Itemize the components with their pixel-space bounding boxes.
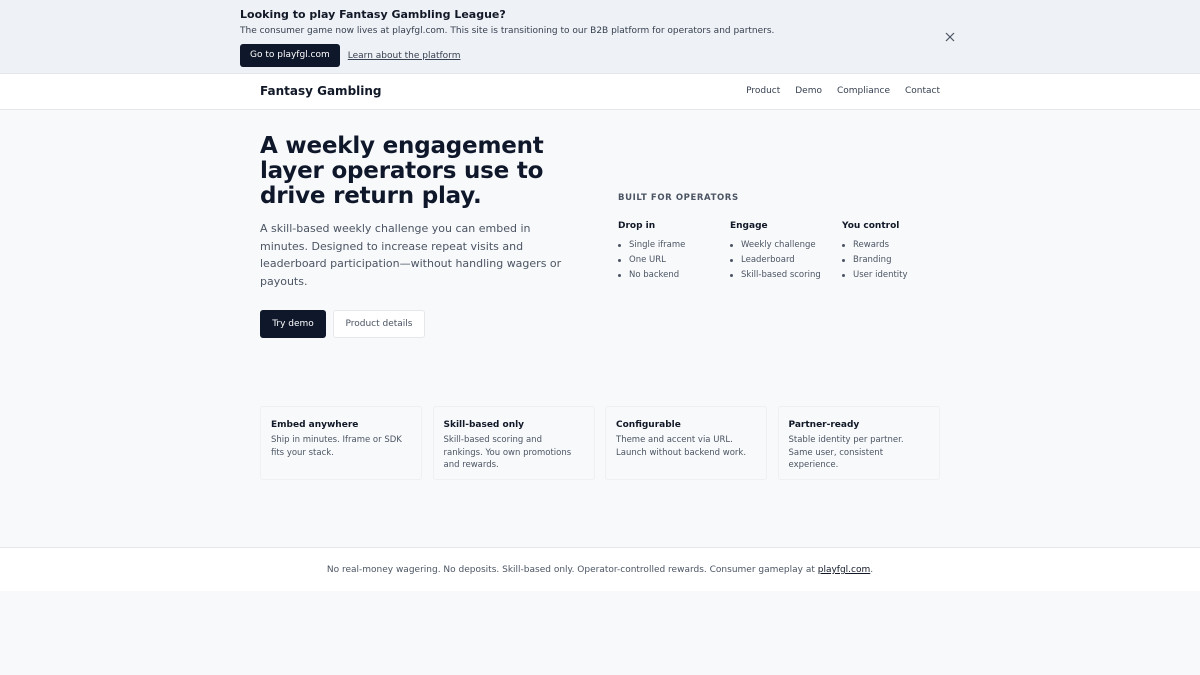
footer: No real-money wagering. No deposits. Ski… (0, 547, 1200, 591)
banner-content: Looking to play Fantasy Gambling League?… (240, 8, 960, 67)
column-list: Weekly challenge Leaderboard Skill-based… (730, 238, 842, 283)
operators-column-drop-in: Drop in Single iframe One URL No backend (618, 220, 730, 283)
feature-title: Configurable (616, 420, 681, 430)
column-title: Engage (730, 221, 768, 231)
banner-text: The consumer game now lives at playfgl.c… (240, 26, 775, 36)
feature-card-configurable: Configurable Theme and accent via URL. L… (605, 406, 767, 480)
feature-title: Partner-ready (788, 420, 860, 430)
feature-card-partner: Partner-ready Stable identity per partne… (777, 406, 940, 480)
footer-text: No real-money wagering. No deposits. Ski… (326, 565, 818, 575)
list-item: No backend (618, 268, 730, 283)
footer-suffix: . (870, 565, 874, 575)
list-item: User identity (842, 268, 954, 283)
column-list: Single iframe One URL No backend (618, 238, 730, 283)
list-item: One URL (618, 253, 730, 268)
feature-text: Theme and accent via URL. Launch without… (616, 435, 747, 458)
nav-links: Product Demo Compliance Contact (731, 86, 940, 96)
feature-card-embed: Embed anywhere Ship in minutes. Iframe o… (260, 406, 422, 480)
footer-playfgl-link[interactable]: playfgl.com (818, 565, 871, 575)
banner-title: Looking to play Fantasy Gambling League? (240, 8, 506, 21)
feature-text: Skill-based scoring and rankings. You ow… (443, 435, 572, 470)
top-nav: Fantasy Gambling Product Demo Compliance… (0, 74, 1200, 110)
brand-logo-text[interactable]: Fantasy Gambling (260, 84, 382, 98)
nav-link-demo[interactable]: Demo (795, 86, 822, 96)
column-list: Rewards Branding User identity (842, 238, 954, 283)
operators-heading: BUILT FOR OPERATORS (618, 193, 739, 203)
try-demo-button[interactable]: Try demo (260, 310, 326, 338)
nav-link-contact[interactable]: Contact (905, 86, 940, 96)
feature-title: Embed anywhere (271, 420, 359, 430)
feature-card-skill: Skill-based only Skill-based scoring and… (432, 406, 595, 480)
column-title: Drop in (618, 221, 656, 231)
close-icon[interactable] (942, 29, 958, 45)
list-item: Branding (842, 253, 954, 268)
hero-title: A weekly engagement layer operators use … (260, 133, 544, 209)
list-item: Leaderboard (730, 253, 842, 268)
announcement-banner: Looking to play Fantasy Gambling League?… (0, 0, 1200, 74)
go-to-playfgl-button[interactable]: Go to playfgl.com (240, 44, 340, 67)
operators-column-engage: Engage Weekly challenge Leaderboard Skil… (730, 220, 842, 283)
feature-title: Skill-based only (443, 420, 525, 430)
nav-link-compliance[interactable]: Compliance (837, 86, 890, 96)
hero-subtitle: A skill-based weekly challenge you can e… (260, 222, 562, 289)
list-item: Rewards (842, 238, 954, 253)
feature-text: Stable identity per partner. Same user, … (788, 435, 904, 470)
list-item: Skill-based scoring (730, 268, 842, 283)
operators-column-you-control: You control Rewards Branding User identi… (842, 220, 954, 283)
list-item: Single iframe (618, 238, 730, 253)
list-item: Weekly challenge (730, 238, 842, 253)
hero-actions: Try demo Product details (260, 310, 425, 338)
feature-cards: Embed anywhere Ship in minutes. Iframe o… (260, 406, 950, 480)
column-title: You control (842, 221, 900, 231)
learn-platform-link[interactable]: Learn about the platform (348, 51, 461, 61)
feature-text: Ship in minutes. Iframe or SDK fits your… (271, 435, 402, 458)
product-details-button[interactable]: Product details (333, 310, 425, 338)
banner-actions: Go to playfgl.com Learn about the platfo… (240, 44, 960, 67)
nav-link-product[interactable]: Product (746, 86, 780, 96)
operators-columns: Drop in Single iframe One URL No backend… (618, 220, 954, 283)
